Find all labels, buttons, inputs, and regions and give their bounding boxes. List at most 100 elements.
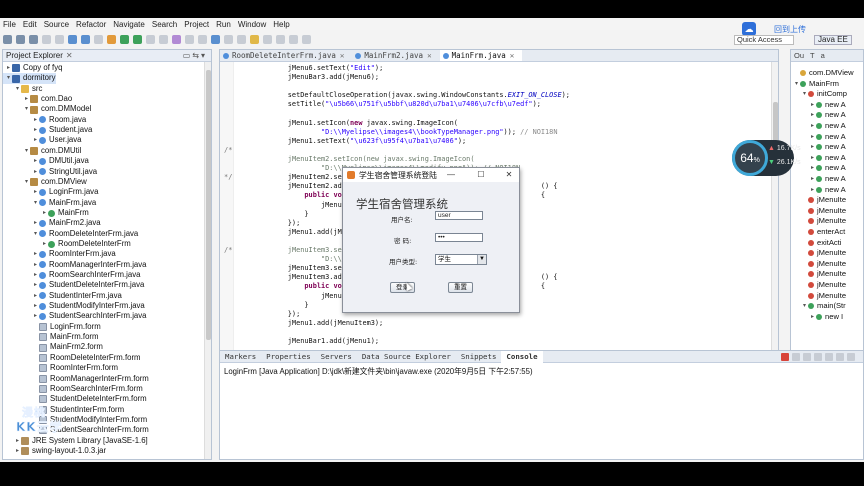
outline-item[interactable]: jMenuIte — [791, 195, 846, 205]
toolbar-button-icon[interactable] — [302, 34, 311, 44]
chevron-right-icon[interactable]: ▸ — [809, 142, 816, 152]
editor-tab[interactable]: MainFrm.java ✕ — [439, 50, 523, 61]
menu-refactor[interactable]: Refactor — [76, 20, 106, 29]
chevron-right-icon[interactable]: ▸ — [32, 125, 39, 135]
tree-item[interactable]: ▸ RoomInterFrm.java — [3, 249, 116, 259]
tree-item[interactable]: RoomSearchInterFrm.form — [3, 384, 143, 394]
tree-item[interactable]: ▸ RoomDeleteInterFrm — [3, 239, 131, 249]
quick-access-input[interactable]: Quick Access — [734, 35, 794, 45]
outline-item[interactable]: jMenuIte — [791, 269, 846, 279]
chevron-down-icon[interactable]: ▾ — [32, 198, 39, 208]
console-tab-data-source-explorer[interactable]: Data Source Explorer — [357, 352, 456, 361]
outline-tab[interactable]: T — [810, 51, 815, 60]
chevron-right-icon[interactable]: ▸ — [5, 63, 12, 73]
reset-button[interactable]: 重置 — [448, 282, 473, 293]
outline-item[interactable]: ▸ new A — [791, 185, 846, 195]
toolbar-button-icon[interactable] — [224, 34, 233, 44]
username-field[interactable]: user — [435, 211, 483, 220]
display-console-icon[interactable] — [836, 353, 844, 361]
chevron-right-icon[interactable]: ▸ — [32, 311, 39, 321]
tree-item[interactable]: ▸ LoginFrm.java — [3, 187, 98, 197]
editor-tab[interactable]: MainFrm2.java ✕ — [352, 50, 439, 61]
outline-item[interactable]: ▸ new I — [791, 312, 843, 322]
chevron-right-icon[interactable]: ▸ — [32, 167, 39, 177]
outline-item[interactable]: jMenuIte — [791, 216, 846, 226]
chevron-down-icon[interactable]: ▾ — [801, 89, 808, 99]
editor-scrollbar[interactable] — [771, 62, 778, 362]
outline-item[interactable]: ▸ new A — [791, 174, 846, 184]
toolbar-button-icon[interactable] — [42, 34, 51, 44]
chevron-right-icon[interactable]: ▸ — [32, 301, 39, 311]
chevron-right-icon[interactable]: ▸ — [809, 163, 816, 173]
chevron-down-icon[interactable]: ▾ — [32, 229, 39, 239]
toolbar-button-icon[interactable] — [250, 34, 259, 44]
toolbar-button-icon[interactable] — [107, 34, 116, 44]
tree-item[interactable]: ▸ StudentInterFrm.java — [3, 291, 122, 301]
tree-item[interactable]: RoomDeleteInterFrm.form — [3, 353, 141, 363]
tree-item[interactable]: RoomManagerInterFrm.form — [3, 374, 149, 384]
toolbar-button-icon[interactable] — [120, 34, 129, 44]
outline-item[interactable]: ▸ new A — [791, 110, 846, 120]
console-tab-servers[interactable]: Servers — [316, 352, 357, 361]
tree-item[interactable]: ▸ Student.java — [3, 125, 92, 135]
outline-item[interactable]: ▸ new A — [791, 121, 846, 131]
chevron-right-icon[interactable]: ▸ — [809, 185, 816, 195]
tree-item[interactable]: ▸ swing-layout-1.0.3.jar — [3, 446, 106, 456]
chevron-down-icon[interactable]: ▾ — [801, 301, 808, 311]
chevron-down-icon[interactable]: ▾ — [23, 177, 30, 187]
outline-item[interactable]: jMenuIte — [791, 259, 846, 269]
chevron-down-icon[interactable]: ▾ — [5, 73, 12, 83]
chevron-down-icon[interactable]: ▾ — [23, 104, 30, 114]
chevron-right-icon[interactable]: ▸ — [809, 153, 816, 163]
menu-file[interactable]: File — [3, 20, 16, 29]
toolbar-button-icon[interactable] — [185, 34, 194, 44]
tree-item[interactable]: MainFrm2.form — [3, 342, 103, 352]
console-tab-properties[interactable]: Properties — [261, 352, 316, 361]
toolbar-button-icon[interactable] — [81, 34, 90, 44]
toolbar-button-icon[interactable] — [237, 34, 246, 44]
tree-item[interactable]: ▾ com.DMUtil — [3, 146, 81, 156]
outline-tab[interactable]: Ou — [794, 51, 804, 60]
network-speed-gauge[interactable]: 64% ▲ 16.7K/s ▼ 26.1K/s — [732, 140, 801, 176]
tree-item[interactable]: LoginFrm.form — [3, 322, 101, 332]
chevron-right-icon[interactable]: ▸ — [32, 135, 39, 145]
outline-tabs[interactable]: Ou Ta — [791, 50, 863, 62]
close-icon[interactable]: ✕ — [499, 168, 519, 182]
menu-project[interactable]: Project — [184, 20, 209, 29]
toolbar-button-icon[interactable] — [172, 34, 181, 44]
console-tab-snippets[interactable]: Snippets — [456, 352, 502, 361]
menu-navigate[interactable]: Navigate — [113, 20, 145, 29]
chevron-right-icon[interactable]: ▸ — [32, 218, 39, 228]
close-icon[interactable]: ✕ — [66, 51, 73, 60]
outline-item[interactable]: ▾ main(Str — [791, 301, 846, 311]
outline-item[interactable]: jMenuIte — [791, 206, 846, 216]
outline-item[interactable]: jMenuIte — [791, 248, 846, 258]
tree-item[interactable]: ▸ RoomSearchInterFrm.java — [3, 270, 140, 280]
toolbar-button-icon[interactable] — [29, 34, 38, 44]
usertype-select[interactable]: 学生 ▼ — [435, 254, 487, 265]
chevron-right-icon[interactable]: ▸ — [809, 110, 816, 120]
close-icon[interactable]: ✕ — [427, 51, 432, 60]
chevron-right-icon[interactable]: ▸ — [32, 291, 39, 301]
tree-item[interactable]: ▸ StudentModifyInterFrm.java — [3, 301, 145, 311]
outline-item[interactable]: exitActi — [791, 238, 841, 248]
outline-item[interactable]: ▾ MainFrm — [791, 79, 839, 89]
tree-item[interactable]: ▸ DMUtil.java — [3, 156, 89, 166]
chevron-right-icon[interactable]: ▸ — [32, 187, 39, 197]
explorer-scrollbar[interactable] — [204, 62, 211, 459]
minimize-icon[interactable]: — — [441, 168, 461, 182]
menu-source[interactable]: Source — [44, 20, 69, 29]
chevron-right-icon[interactable]: ▸ — [14, 446, 21, 456]
outline-item[interactable]: enterAct — [791, 227, 845, 237]
toolbar-button-icon[interactable] — [68, 34, 77, 44]
menu-search[interactable]: Search — [152, 20, 177, 29]
chevron-right-icon[interactable]: ▸ — [809, 100, 816, 110]
tree-item[interactable]: ▸ StringUtil.java — [3, 167, 97, 177]
chevron-right-icon[interactable]: ▸ — [32, 156, 39, 166]
password-field[interactable]: ••• — [435, 233, 483, 242]
toolbar-button-icon[interactable] — [276, 34, 285, 44]
dialog-titlebar[interactable]: 学生宿舍管理系统登陆 — ☐ ✕ — [343, 168, 519, 182]
toolbar-button-icon[interactable] — [263, 34, 272, 44]
toolbar-button-icon[interactable] — [133, 34, 142, 44]
toolbar-button-icon[interactable] — [289, 34, 298, 44]
